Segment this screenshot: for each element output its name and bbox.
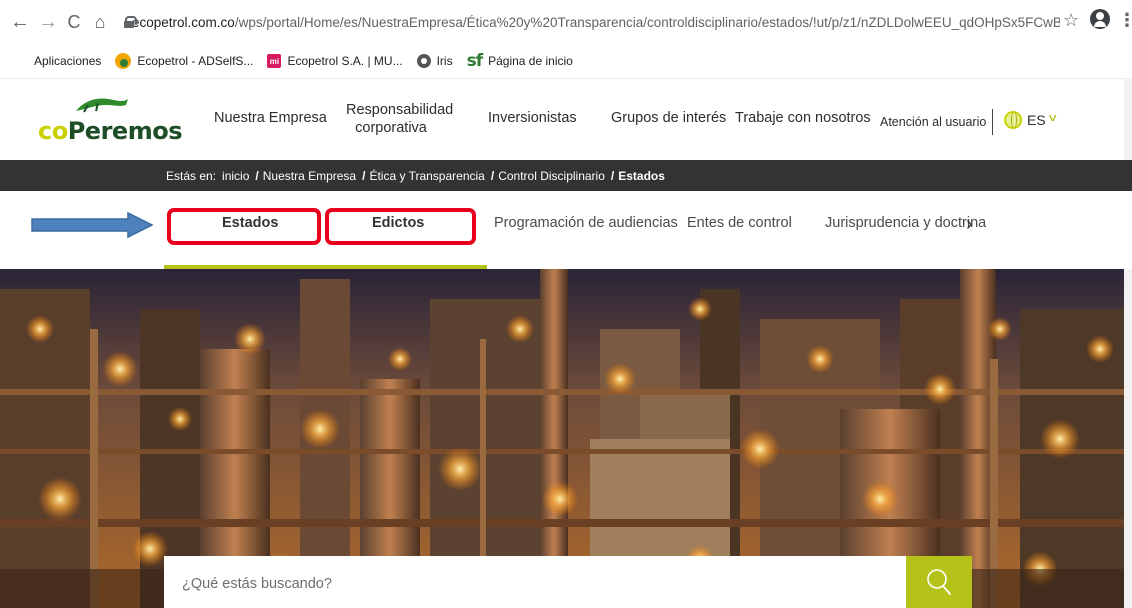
profile-avatar-icon[interactable]	[1090, 9, 1110, 29]
nav-responsabilidad-corporativa[interactable]: Responsabilidad corporativa	[346, 101, 453, 137]
blue-arrow-annotation-icon	[31, 211, 154, 239]
search-input[interactable]	[164, 556, 906, 608]
bookmark-star-icon[interactable]: ☆	[1063, 10, 1079, 31]
bookmark-ecopetrol-mu[interactable]: mi Ecopetrol S.A. | MU...	[267, 54, 403, 68]
nav-nuestra-empresa[interactable]: Nuestra Empresa	[214, 109, 327, 127]
salesforce-favicon-icon: sf	[466, 51, 483, 71]
chevron-right-icon[interactable]: ›	[966, 213, 973, 236]
forward-arrow-icon[interactable]: →	[36, 9, 60, 35]
tab-jurisprudencia-doctrina[interactable]: Jurisprudencia y doctrina	[825, 215, 986, 231]
bookmark-ecopetrol-adselfs[interactable]: Ecopetrol - ADSelfS...	[115, 53, 253, 69]
bookmark-label: Página de inicio	[488, 54, 573, 68]
tab-edictos[interactable]: Edictos	[372, 215, 424, 231]
site-search-box	[164, 556, 906, 608]
breadcrumb-item-etica[interactable]: Ética y Transparencia	[369, 169, 484, 183]
section-tabs: Estados Edictos Programación de audienci…	[0, 191, 1132, 269]
bookmark-label: Ecopetrol - ADSelfS...	[137, 54, 254, 68]
breadcrumb-item-estados: Estados	[618, 168, 665, 183]
bookmark-iris[interactable]: Iris	[416, 54, 453, 68]
search-icon	[927, 569, 951, 595]
url-host: ecopetrol.com.co	[132, 14, 235, 30]
breadcrumb-item-inicio[interactable]: inicio	[222, 169, 249, 183]
bookmark-label: Ecopetrol S.A. | MU...	[287, 54, 403, 68]
breadcrumb-label: Estás en:	[166, 168, 217, 183]
search-button[interactable]	[906, 556, 972, 608]
breadcrumb-separator: /	[490, 168, 495, 183]
header-divider	[992, 109, 993, 135]
breadcrumb-separator: /	[255, 168, 259, 183]
tab-estados[interactable]: Estados	[222, 215, 278, 231]
nav-inversionistas[interactable]: Inversionistas	[488, 109, 577, 127]
menu-kebab-icon[interactable]: ⋮	[1118, 10, 1132, 31]
breadcrumb-item-nuestra-empresa[interactable]: Nuestra Empresa	[263, 169, 356, 183]
apps-grid-icon	[14, 54, 28, 68]
bookmark-pagina-inicio[interactable]: sf Página de inicio	[467, 51, 573, 71]
breadcrumb: Estás en: inicio / Nuestra Empresa / Éti…	[0, 160, 1132, 191]
browser-address-bar: ← → C ⌂ ecopetrol.com.co/wps/portal/Home…	[0, 0, 1132, 44]
breadcrumb-separator: /	[362, 168, 366, 183]
home-icon[interactable]: ⌂	[88, 9, 112, 35]
breadcrumb-separator: /	[610, 168, 615, 183]
bookmarks-bar: Aplicaciones Ecopetrol - ADSelfS... mi E…	[0, 44, 1132, 78]
nav-grupos-de-interes[interactable]: Grupos de interés	[611, 109, 726, 127]
nav-trabaje-con-nosotros[interactable]: Trabaje con nosotros	[735, 109, 871, 127]
atencion-usuario-link[interactable]: Atención al usuario	[880, 115, 986, 129]
breadcrumb-item-control-disciplinario[interactable]: Control Disciplinario	[498, 169, 605, 183]
tab-programacion-audiencias[interactable]: Programación de audiencias	[494, 215, 678, 231]
chevron-down-icon[interactable]: v	[1049, 112, 1057, 124]
url-path: /wps/portal/Home/es/NuestraEmpresa/Ética…	[234, 14, 1060, 30]
mu-favicon-icon: mi	[267, 54, 282, 68]
language-selector[interactable]: ES	[1027, 112, 1046, 128]
bookmark-apps[interactable]: Aplicaciones	[14, 54, 101, 68]
back-arrow-icon[interactable]: ←	[8, 9, 32, 35]
site-header: co Peremos Nuestra Empresa Responsabilida…	[0, 78, 1132, 160]
reload-icon[interactable]: C	[62, 9, 86, 35]
iris-favicon-icon	[416, 54, 431, 68]
ecopetrol-favicon-icon	[115, 53, 132, 69]
bookmark-label: Aplicaciones	[34, 54, 102, 68]
bookmark-label: Iris	[436, 54, 453, 68]
globe-icon[interactable]	[1004, 111, 1022, 129]
page-scrollbar[interactable]	[1124, 78, 1132, 608]
url-field[interactable]: ecopetrol.com.co/wps/portal/Home/es/Nues…	[124, 7, 1060, 37]
tab-entes-de-control[interactable]: Entes de control	[687, 215, 792, 231]
